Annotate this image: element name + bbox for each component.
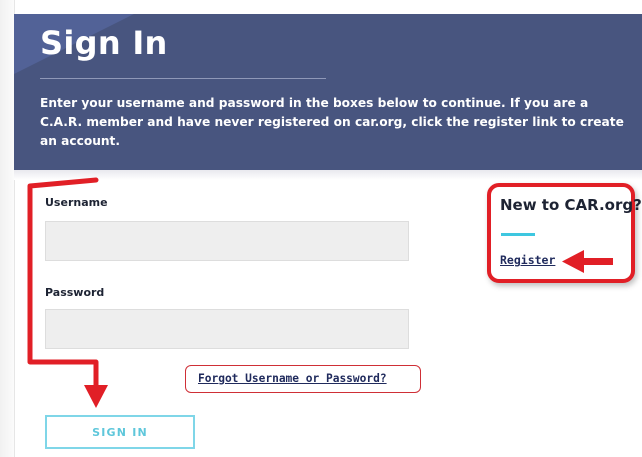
register-accent-rule <box>501 233 535 236</box>
forgot-credentials-link[interactable]: Forgot Username or Password? <box>198 372 387 385</box>
password-input[interactable] <box>45 309 409 349</box>
register-link[interactable]: Register <box>500 253 555 267</box>
title-divider <box>40 78 326 79</box>
password-label: Password <box>45 286 105 299</box>
page-left-edge <box>0 0 15 457</box>
new-to-car-heading: New to CAR.org? <box>500 196 642 214</box>
sign-in-page: Sign In Enter your username and password… <box>0 0 642 457</box>
username-input[interactable] <box>45 221 409 261</box>
header-banner: Sign In Enter your username and password… <box>14 14 642 170</box>
username-label: Username <box>45 196 108 209</box>
page-title: Sign In <box>40 24 168 62</box>
intro-text: Enter your username and password in the … <box>40 96 624 148</box>
sign-in-button[interactable]: SIGN IN <box>45 415 195 449</box>
banner-shadow <box>14 170 642 180</box>
